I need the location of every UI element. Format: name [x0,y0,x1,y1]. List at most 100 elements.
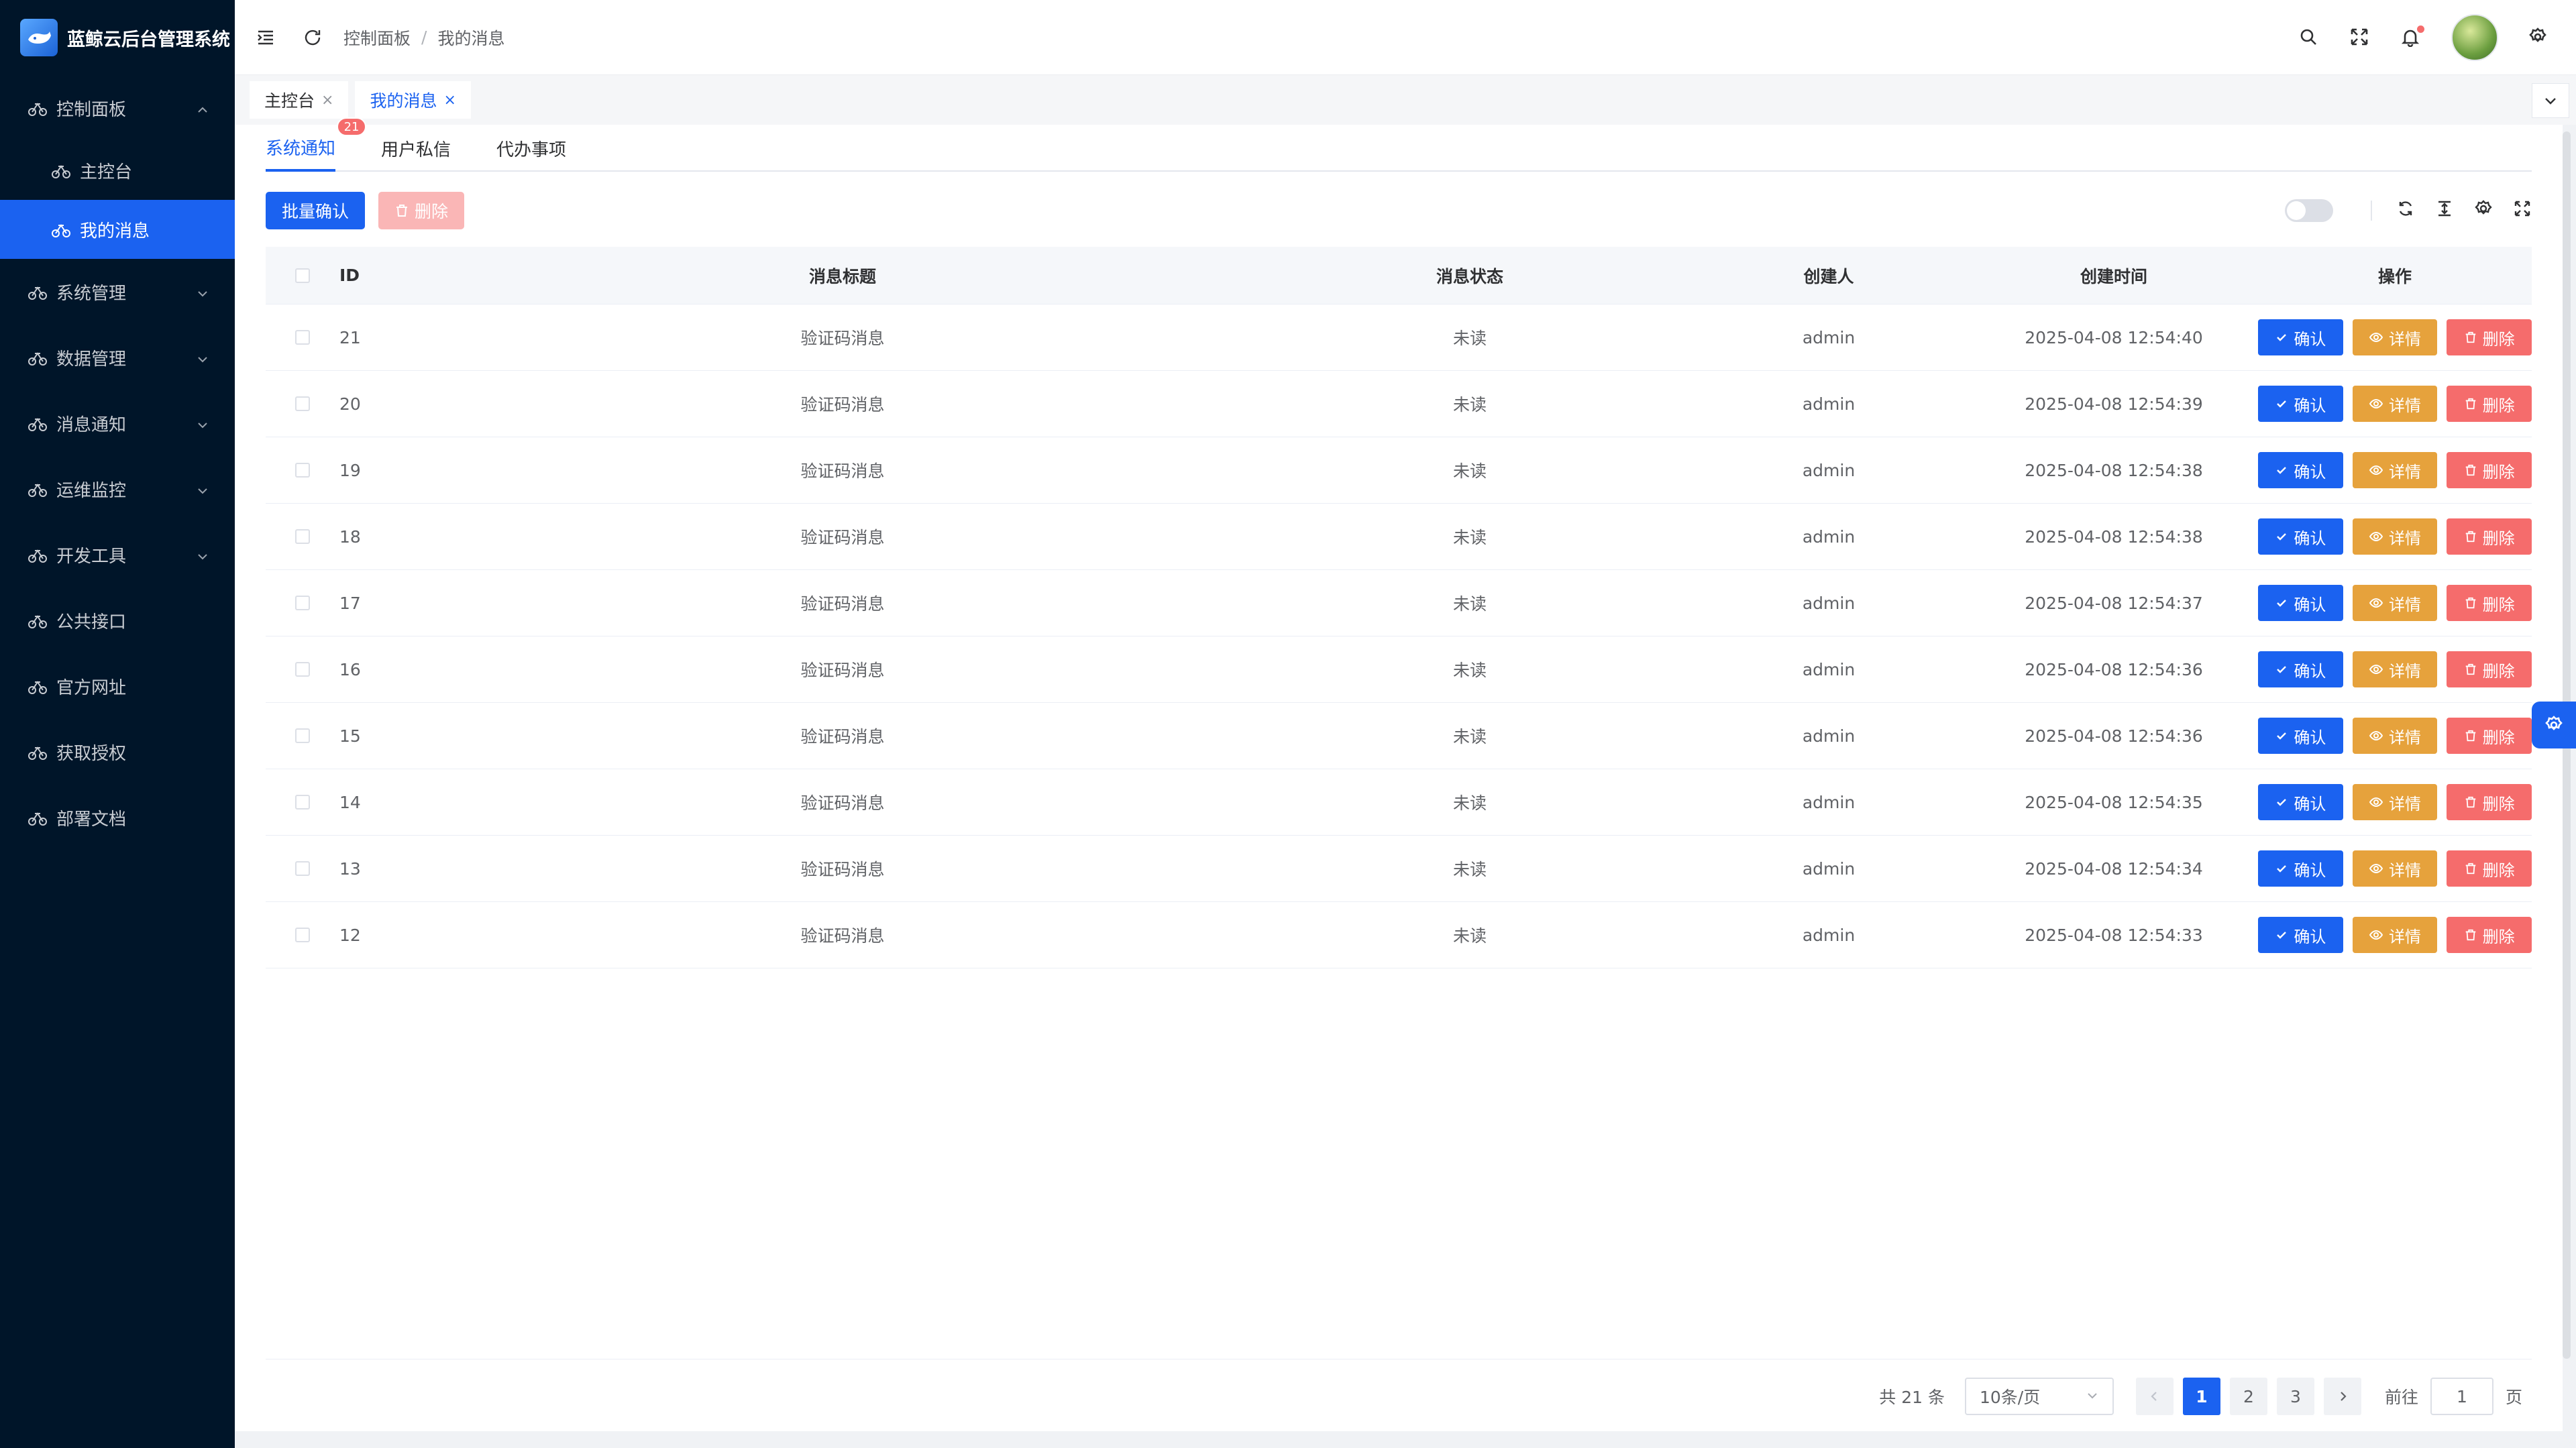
sidebar-item-console[interactable]: 主控台 [0,141,235,200]
detail-button[interactable]: 详情 [2352,784,2438,820]
row-checkbox[interactable] [295,330,310,345]
check-icon [2275,795,2288,809]
page-size-select[interactable]: 10条/页 [1964,1378,2114,1415]
cell-creator: admin [1802,327,1856,347]
delete-button[interactable]: 删除 [2447,718,2532,754]
sidebar-item-get-license[interactable]: 获取授权 [0,719,235,785]
check-icon [2275,663,2288,676]
detail-button[interactable]: 详情 [2352,718,2438,754]
user-avatar[interactable] [2451,14,2498,61]
menu-bicycle-icon [27,412,48,434]
floating-settings-gear-icon[interactable] [2532,702,2576,748]
row-checkbox[interactable] [295,596,310,610]
detail-button[interactable]: 详情 [2352,452,2438,488]
column-height-icon[interactable] [2435,199,2454,222]
row-select-cell [266,728,339,743]
delete-button[interactable]: 删除 [2447,651,2532,687]
confirm-button[interactable]: 确认 [2258,784,2343,820]
delete-button[interactable]: 删除 [2447,784,2532,820]
sidebar-item-official-site[interactable]: 官方网址 [0,653,235,719]
tag-dashboard[interactable]: 主控台 × [250,81,349,119]
tags-dropdown-icon[interactable] [2532,83,2569,118]
button-label: 确认 [2294,661,2326,681]
row-checkbox[interactable] [295,662,310,677]
notification-bell-icon[interactable] [2400,25,2424,48]
row-checkbox[interactable] [295,728,310,743]
header-created-time: 创建时间 [2080,266,2147,286]
sidebar: 蓝鲸云后台管理系统 控制面板 主控台 我的消息 系统管理 数据管理 消息通知 运维监控 开发工… [0,0,235,1448]
confirm-button[interactable]: 确认 [2258,917,2343,953]
confirm-button[interactable]: 确认 [2258,651,2343,687]
menu-bicycle-icon [27,281,48,302]
cell-operations: 确认 详情 删除 [2258,452,2532,488]
breadcrumb-item[interactable]: 控制面板 [343,25,411,50]
confirm-button[interactable]: 确认 [2258,319,2343,355]
search-icon[interactable] [2298,27,2320,48]
detail-button[interactable]: 详情 [2352,651,2438,687]
delete-button[interactable]: 删除 [2447,386,2532,422]
delete-button[interactable]: 删除 [2447,319,2532,355]
confirm-button[interactable]: 确认 [2258,850,2343,887]
confirm-button[interactable]: 确认 [2258,718,2343,754]
page-2-button[interactable]: 2 [2229,1378,2267,1415]
menu-fold-icon[interactable] [255,27,276,48]
row-checkbox[interactable] [295,463,310,478]
delete-button[interactable]: 删除 [2447,518,2532,555]
tag-close-icon[interactable]: × [443,92,455,109]
goto-page: 前往 1 页 [2385,1378,2522,1415]
refresh-icon[interactable] [302,27,323,48]
cell-creator: admin [1802,925,1856,945]
sidebar-item-system-management[interactable]: 系统管理 [0,259,235,325]
delete-button[interactable]: 删除 [2447,585,2532,621]
trash-icon [2464,596,2477,610]
sidebar-item-public-api[interactable]: 公共接口 [0,588,235,653]
batch-confirm-button[interactable]: 批量确认 [266,192,366,229]
row-checkbox[interactable] [295,928,310,942]
detail-button[interactable]: 详情 [2352,917,2438,953]
detail-button[interactable]: 详情 [2352,319,2438,355]
cell-operations: 确认 详情 删除 [2258,386,2532,422]
settings-gear-icon[interactable] [2528,27,2549,48]
detail-button[interactable]: 详情 [2352,585,2438,621]
tab-todo[interactable]: 代办事项 [496,136,566,170]
row-checkbox[interactable] [295,529,310,544]
tab-system-notice[interactable]: 系统通知 21 [266,117,367,172]
batch-delete-button[interactable]: 删除 [378,192,465,229]
confirm-button[interactable]: 确认 [2258,452,2343,488]
detail-button[interactable]: 详情 [2352,386,2438,422]
column-settings-icon[interactable] [2474,199,2493,222]
delete-button[interactable]: 删除 [2447,452,2532,488]
select-all-checkbox[interactable] [295,268,310,283]
detail-button[interactable]: 详情 [2352,850,2438,887]
confirm-button[interactable]: 确认 [2258,386,2343,422]
sidebar-item-my-messages[interactable]: 我的消息 [0,200,235,259]
confirm-button[interactable]: 确认 [2258,518,2343,555]
display-toggle-switch[interactable] [2285,199,2333,222]
logo[interactable]: 蓝鲸云后台管理系统 [0,0,235,75]
sidebar-item-dev-tools[interactable]: 开发工具 [0,522,235,588]
sidebar-item-deploy-docs[interactable]: 部署文档 [0,785,235,850]
sidebar-item-message-notice[interactable]: 消息通知 [0,390,235,456]
confirm-button[interactable]: 确认 [2258,585,2343,621]
tag-my-messages[interactable]: 我的消息 × [355,81,471,119]
tab-user-private-message[interactable]: 用户私信 [381,136,451,170]
sidebar-item-dashboard[interactable]: 控制面板 [0,75,235,141]
table-fullscreen-icon[interactable] [2513,199,2532,222]
delete-button[interactable]: 删除 [2447,917,2532,953]
page-3-button[interactable]: 3 [2276,1378,2314,1415]
next-page-button[interactable] [2323,1378,2361,1415]
row-checkbox[interactable] [295,861,310,876]
delete-button[interactable]: 删除 [2447,850,2532,887]
breadcrumb-separator: / [421,27,427,47]
sidebar-item-data-management[interactable]: 数据管理 [0,325,235,390]
tag-close-icon[interactable]: × [321,92,333,109]
sidebar-item-ops-monitor[interactable]: 运维监控 [0,456,235,522]
row-checkbox[interactable] [295,396,310,411]
page-1-button[interactable]: 1 [2182,1378,2220,1415]
row-checkbox[interactable] [295,795,310,810]
goto-page-input[interactable]: 1 [2430,1378,2493,1415]
prev-page-button[interactable] [2135,1378,2174,1415]
fullscreen-icon[interactable] [2349,27,2371,48]
detail-button[interactable]: 详情 [2352,518,2438,555]
table-refresh-icon[interactable] [2396,199,2415,222]
